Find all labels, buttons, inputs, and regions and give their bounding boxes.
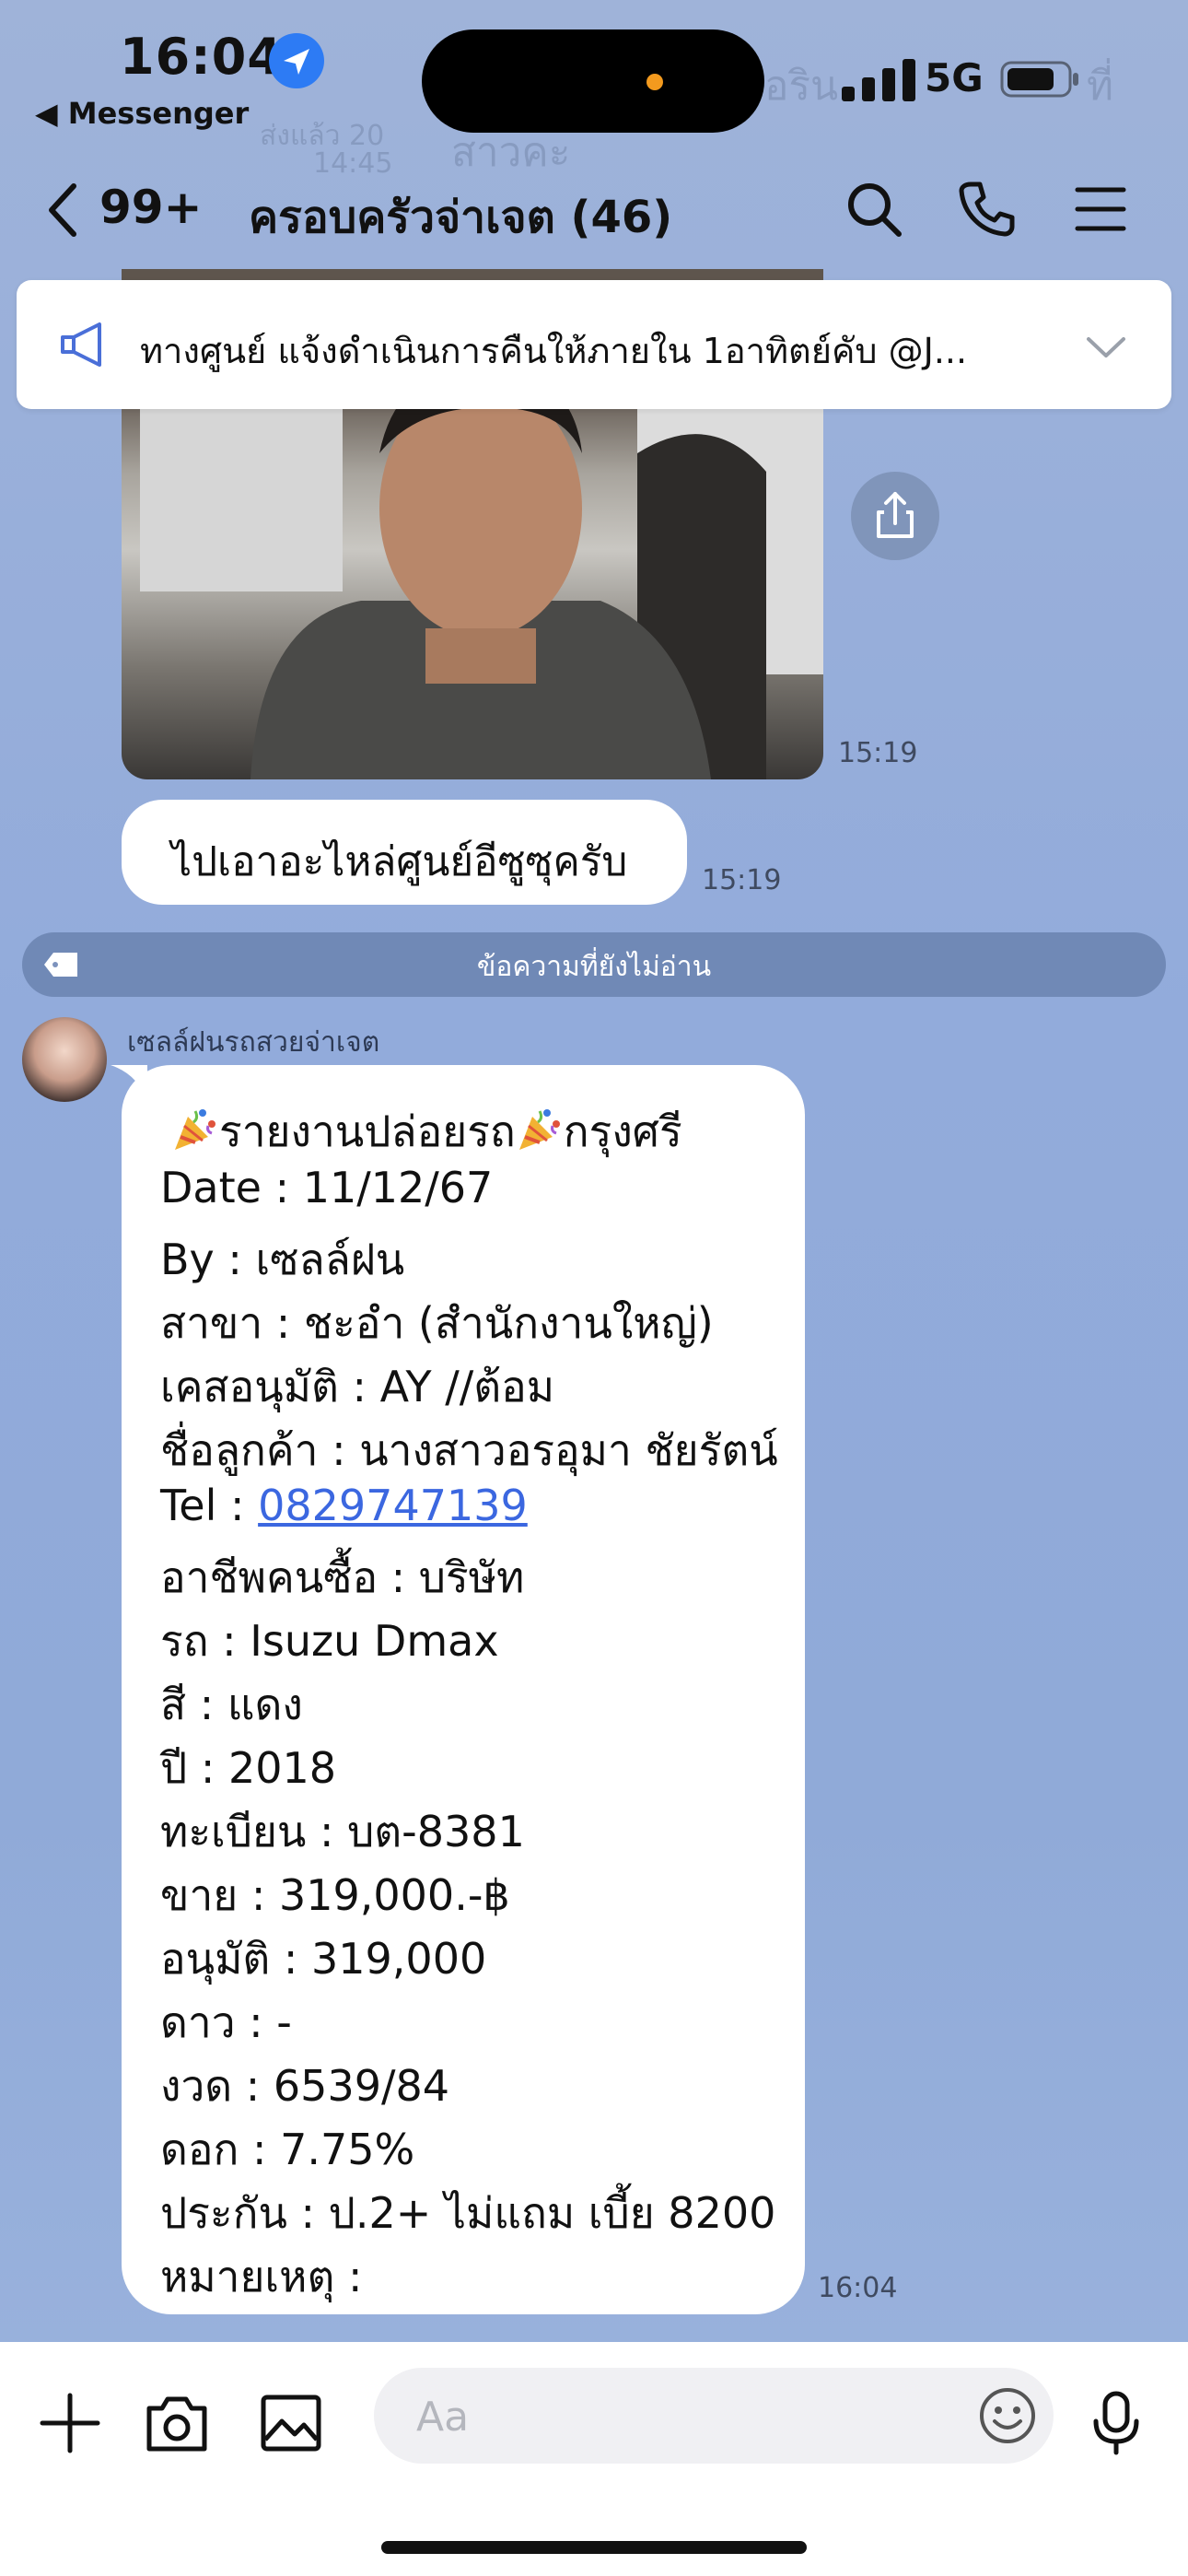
report-customer: ชื่อลูกค้า : นางสาวอรอุมา ชัยรัตน์ bbox=[160, 1425, 778, 1475]
report-date: Date : 11/12/67 bbox=[160, 1163, 494, 1212]
report-plate: ทะเบียน : บต-8381 bbox=[160, 1807, 525, 1856]
report-branch: สาขา : ชะอำ (สำนักงานใหญ่) bbox=[160, 1298, 714, 1348]
report-color: สี : แดง bbox=[160, 1680, 303, 1729]
report-installment: งวด : 6539/84 bbox=[160, 2061, 450, 2111]
report-price: ขาย : 319,000.-฿ bbox=[160, 1870, 510, 1920]
message-timestamp: 15:19 bbox=[702, 864, 782, 896]
unread-count[interactable]: 99+ bbox=[99, 181, 202, 234]
report-insurance: ประกัน : ป.2+ ไม่แถม เบี้ย 8200 bbox=[160, 2188, 776, 2238]
image-icon[interactable] bbox=[256, 2388, 326, 2458]
chevron-left-icon[interactable] bbox=[42, 181, 87, 240]
share-icon[interactable] bbox=[851, 472, 939, 560]
battery-icon bbox=[1000, 61, 1081, 98]
report-title: รายงานปล่อยรถ bbox=[219, 1107, 516, 1156]
status-time: 16:04 bbox=[120, 28, 283, 86]
home-indicator[interactable] bbox=[381, 2541, 807, 2554]
report-title-suffix: กรุงศรี bbox=[563, 1107, 682, 1156]
message-input-placeholder: Aa bbox=[416, 2394, 470, 2441]
phone-icon[interactable] bbox=[954, 177, 1019, 241]
report-title-line: รายงานปล่อยรถ กรุงศรี bbox=[171, 1098, 682, 1165]
chat-title[interactable]: ครอบครัวจ่าเจต (46) bbox=[249, 182, 672, 252]
unread-divider-label: ข้อความที่ยังไม่อ่าน bbox=[476, 951, 712, 983]
ghost-text: ที่ bbox=[1087, 63, 1114, 110]
camera-indicator-dot bbox=[646, 74, 663, 90]
phone-number-link[interactable]: 0829747139 bbox=[258, 1481, 528, 1530]
report-occupation: อาชีพคนซื้อ : บริษัท bbox=[160, 1552, 525, 1602]
ghost-text: 14:45 bbox=[313, 147, 393, 180]
report-year: ปี : 2018 bbox=[160, 1743, 337, 1793]
location-arrow-icon bbox=[269, 33, 324, 88]
report-by: By : เซลล์ฝน bbox=[160, 1235, 405, 1284]
megaphone-icon bbox=[57, 319, 112, 370]
report-tel-line: Tel : 0829747139 bbox=[160, 1481, 528, 1530]
message-timestamp: 15:19 bbox=[838, 737, 918, 769]
sender-name[interactable]: เซลล์ฝนรถสวยจ่าเจต bbox=[127, 1021, 379, 1064]
dynamic-island bbox=[422, 29, 764, 133]
report-note: หมายเหตุ : bbox=[160, 2252, 363, 2301]
report-approved-case: เคสอนุมัติ : AY //ต้อม bbox=[160, 1362, 555, 1411]
announcement-text: ทางศูนย์ แจ้งดำเนินการคืนให้ภายใน 1อาทิต… bbox=[140, 331, 968, 371]
back-to-messenger-link[interactable]: ◀ Messenger bbox=[35, 96, 249, 131]
report-down: ดาว : - bbox=[160, 1997, 292, 2047]
microphone-icon[interactable] bbox=[1081, 2388, 1151, 2458]
menu-icon[interactable] bbox=[1068, 177, 1133, 241]
party-popper-icon bbox=[171, 1106, 219, 1153]
report-approved: อนุมัติ : 319,000 bbox=[160, 1934, 487, 1984]
ghost-text: อริน bbox=[764, 63, 839, 110]
search-icon[interactable] bbox=[842, 177, 906, 241]
camera-icon[interactable] bbox=[142, 2388, 212, 2458]
signal-icon bbox=[842, 59, 925, 101]
message-input[interactable] bbox=[374, 2368, 1054, 2464]
avatar[interactable] bbox=[22, 1017, 107, 1102]
party-popper-icon bbox=[516, 1106, 564, 1153]
plus-icon[interactable] bbox=[35, 2388, 105, 2458]
emoji-icon[interactable] bbox=[973, 2381, 1042, 2451]
chevron-down-icon[interactable] bbox=[1083, 334, 1129, 361]
report-interest: ดอก : 7.75% bbox=[160, 2125, 415, 2174]
message-timestamp: 16:04 bbox=[818, 2272, 898, 2304]
message-text: ไปเอาอะไหล่ศูนย์อีซูซุครับ bbox=[171, 838, 628, 885]
network-type: 5G bbox=[925, 55, 984, 100]
report-tel-label: Tel : bbox=[160, 1481, 259, 1530]
report-car: รถ : Isuzu Dmax bbox=[160, 1616, 499, 1666]
